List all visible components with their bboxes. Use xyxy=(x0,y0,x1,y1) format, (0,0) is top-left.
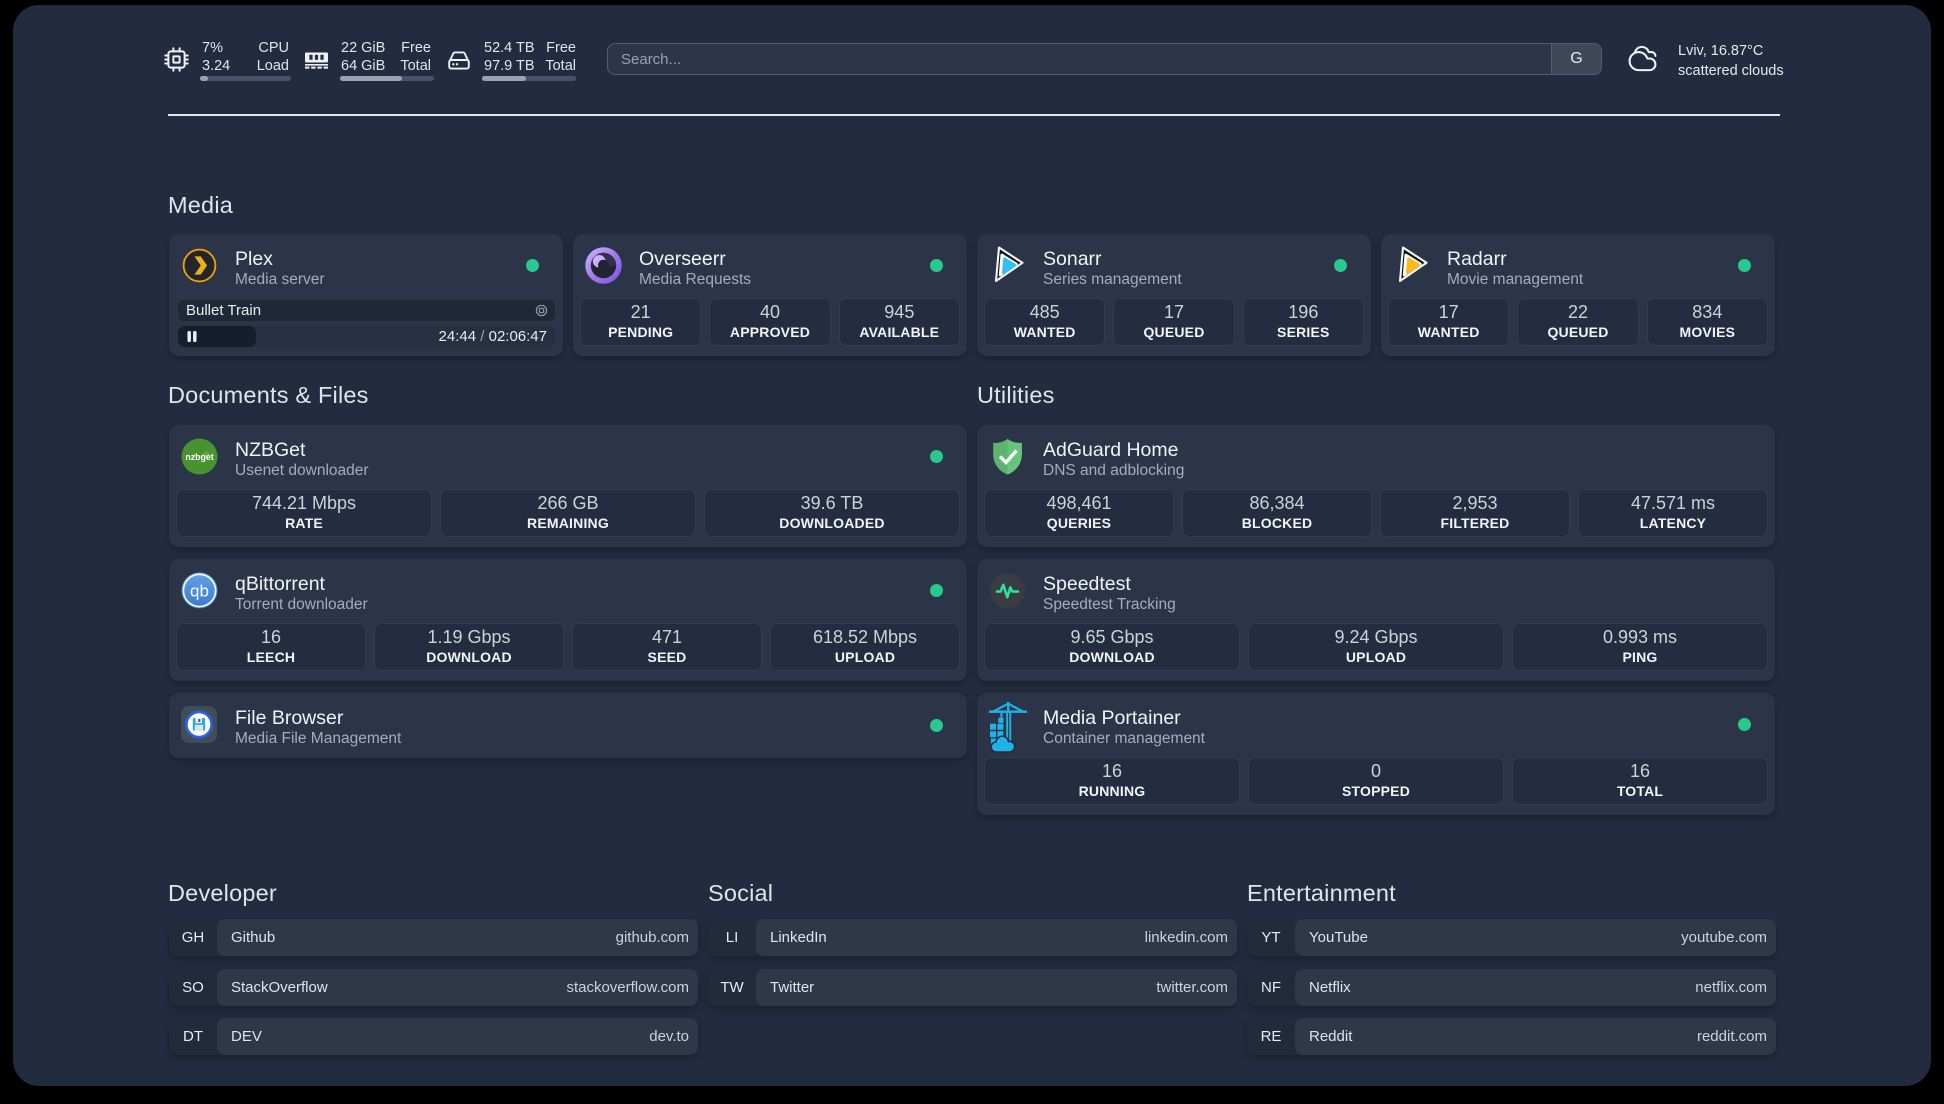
svg-text:nzbget: nzbget xyxy=(185,452,213,462)
svg-text:qb: qb xyxy=(190,582,209,601)
